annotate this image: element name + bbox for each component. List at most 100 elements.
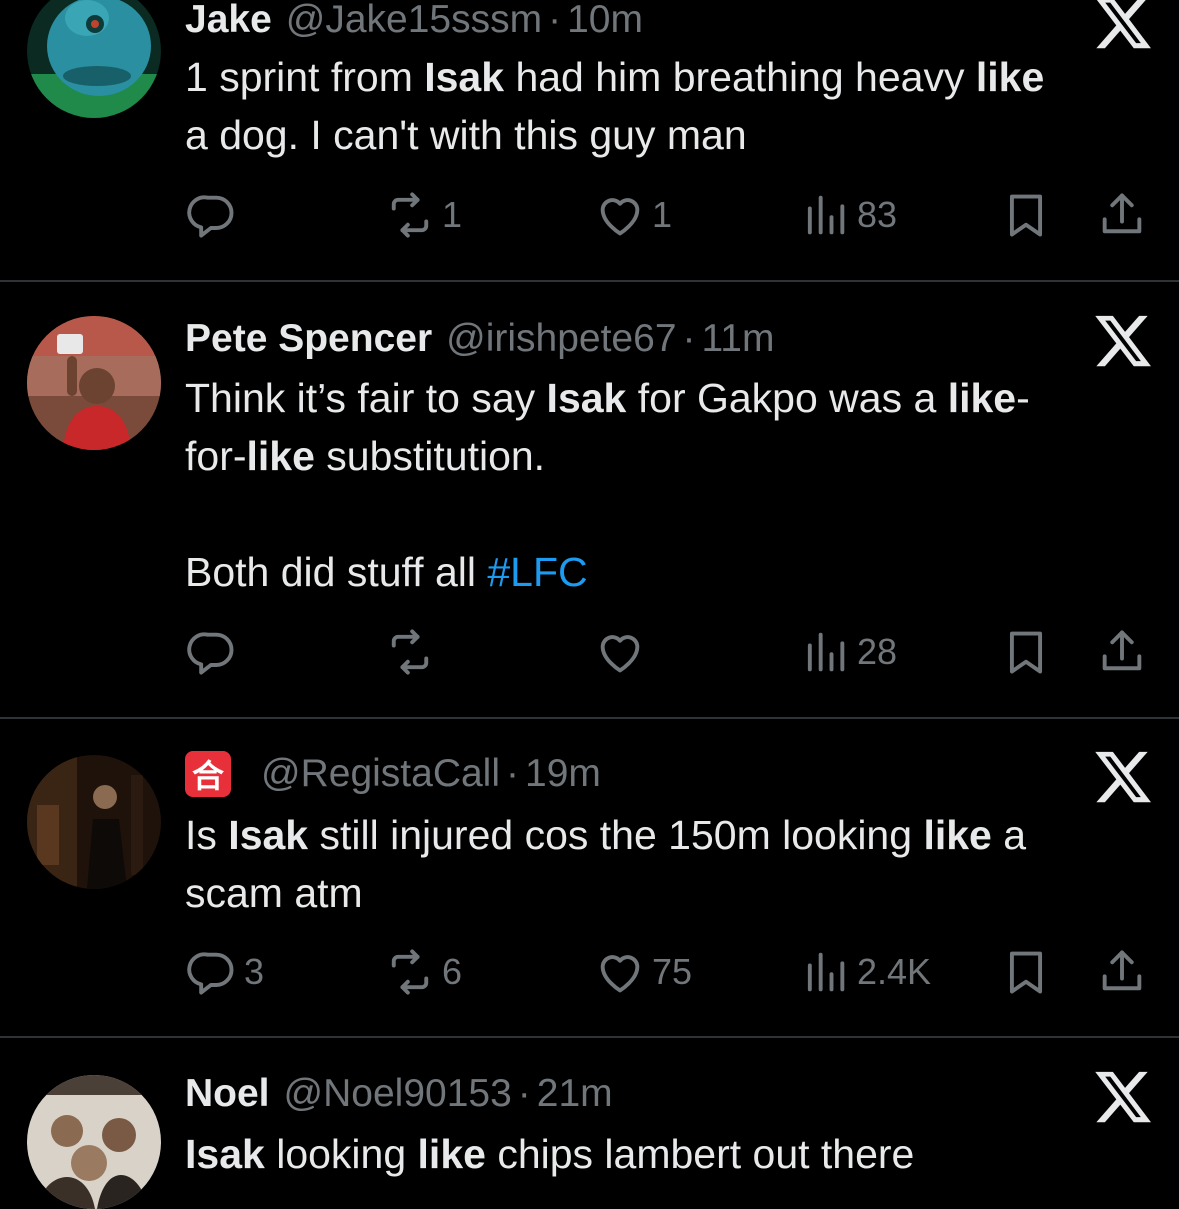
text-segment: chips lambert out there [485, 1131, 915, 1177]
tweet-divider [0, 717, 1179, 719]
x-logo-icon [1096, 0, 1151, 49]
dark-suited-figure-avatar-icon [27, 755, 161, 889]
action-bar: 3 6 75 2.4K [0, 942, 1179, 1002]
retweet-icon [391, 629, 429, 675]
tweet-text-line: Both did stuff all #LFC [185, 543, 1145, 601]
bookmark-button[interactable] [1000, 622, 1052, 682]
display-name[interactable]: Pete Spencer [185, 317, 432, 361]
action-bar: 28 [0, 622, 1179, 682]
highlighted-keyword: like [975, 54, 1045, 100]
timestamp[interactable]: 21m [537, 1072, 613, 1116]
heart-icon [600, 198, 640, 236]
retweet-icon [391, 949, 429, 995]
highlighted-keyword: like [947, 375, 1017, 421]
timestamp[interactable]: 11m [702, 317, 775, 361]
x-logo-button[interactable] [1092, 746, 1154, 808]
reply-icon [187, 632, 234, 675]
views-button[interactable]: 83 [799, 185, 897, 245]
share-button[interactable] [1096, 185, 1148, 245]
reply-icon [187, 195, 234, 238]
views-chart-icon [807, 632, 845, 672]
avatar[interactable] [27, 316, 161, 450]
views-button[interactable]: 2.4K [799, 942, 931, 1002]
tweet-text-line: Isak looking like chips lambert out ther… [185, 1125, 1145, 1183]
timestamp[interactable]: 19m [525, 752, 601, 796]
bookmark-icon [1009, 951, 1043, 994]
timestamp[interactable]: 10m [567, 0, 643, 42]
text-segment: still injured cos the 150m looking [308, 812, 924, 858]
share-icon [1102, 193, 1142, 234]
tweet-text: Isak looking like chips lambert out ther… [185, 1125, 1145, 1183]
user-handle[interactable]: @irishpete67 [446, 317, 676, 361]
highlighted-keyword: like [923, 812, 992, 858]
like-count: 1 [652, 194, 673, 235]
text-segment: scam atm [185, 870, 363, 916]
reply-icon [187, 952, 234, 995]
x-logo-icon [1095, 751, 1151, 803]
highlighted-keyword: Isak [228, 812, 309, 858]
avatar[interactable] [27, 1075, 161, 1209]
reply-button[interactable]: 3 [186, 942, 264, 1002]
separator-dot: · [517, 1072, 531, 1115]
view-count: 83 [857, 194, 898, 235]
separator-dot: · [548, 0, 562, 41]
tweet-header: Jake @Jake15sssm · 10m [185, 0, 643, 45]
highlighted-keyword: like [246, 433, 315, 479]
display-name-emoji-badge[interactable]: 合 [185, 751, 231, 797]
share-button[interactable] [1096, 622, 1148, 682]
text-segment: 1 sprint from [185, 54, 425, 100]
text-segment: had him breathing heavy [504, 54, 976, 100]
highlighted-keyword: Isak [546, 375, 627, 421]
tweet-header: 合 @RegistaCall · 19m [185, 749, 601, 799]
action-bar: 1 1 83 [0, 185, 1179, 245]
like-button[interactable] [594, 622, 652, 682]
bookmark-button[interactable] [1000, 942, 1052, 1002]
user-handle[interactable]: @RegistaCall [261, 752, 500, 796]
avatar[interactable] [27, 0, 161, 118]
bookmark-icon [1009, 631, 1043, 674]
tweet-text-line: a dog. I can't with this guy man [185, 106, 1145, 164]
x-logo-icon [1095, 315, 1151, 367]
tweet-header: Pete Spencer @irishpete67 · 11m [185, 314, 775, 364]
text-segment: looking [264, 1131, 418, 1177]
x-logo-button[interactable] [1092, 1066, 1154, 1128]
reply-count: 3 [244, 951, 265, 992]
like-count: 75 [652, 951, 693, 992]
retweet-button[interactable]: 6 [384, 942, 462, 1002]
display-name[interactable]: Jake [185, 0, 272, 42]
highlighted-keyword: Isak [424, 54, 505, 100]
user-handle[interactable]: @Jake15sssm [286, 0, 542, 42]
text-segment: substitution. [314, 433, 546, 479]
tweet-header: Noel @Noel90153 · 21m [185, 1069, 613, 1119]
retweet-button[interactable]: 1 [384, 185, 462, 245]
text-segment: Is [185, 812, 229, 858]
retweet-button[interactable] [384, 622, 442, 682]
x-logo-icon [1095, 1071, 1151, 1123]
bookmark-button[interactable] [1000, 185, 1052, 245]
hashtag-link[interactable]: #LFC [487, 549, 587, 595]
display-name[interactable]: Noel [185, 1072, 270, 1116]
like-button[interactable]: 75 [594, 942, 692, 1002]
user-handle[interactable]: @Noel90153 [284, 1072, 512, 1116]
reply-button[interactable] [186, 185, 244, 245]
x-logo-button[interactable] [1092, 310, 1154, 372]
text-segment: Think it’s fair to say [185, 375, 547, 421]
x-logo-button[interactable] [1092, 0, 1154, 54]
text-segment: for Gakpo was a [626, 375, 948, 421]
group-photo-avatar-icon [27, 1075, 161, 1209]
reply-button[interactable] [186, 622, 244, 682]
tweet-text-line: 1 sprint from Isak had him breathing hea… [185, 48, 1145, 106]
text-segment: a dog. I can't with this guy man [185, 112, 747, 158]
like-button[interactable]: 1 [594, 185, 672, 245]
tweet-text-line: Is Isak still injured cos the 150m looki… [185, 806, 1145, 864]
view-count: 28 [857, 631, 898, 672]
tweet-text-line: scam atm [185, 864, 1145, 922]
bookmark-icon [1009, 194, 1043, 237]
share-button[interactable] [1096, 942, 1148, 1002]
highlighted-keyword: Isak [185, 1131, 265, 1177]
tweet-text-line: Think it’s fair to say Isak for Gakpo wa… [185, 369, 1145, 427]
avatar[interactable] [27, 755, 161, 889]
views-chart-icon [807, 952, 845, 992]
share-icon [1102, 950, 1142, 991]
views-button[interactable]: 28 [799, 622, 897, 682]
